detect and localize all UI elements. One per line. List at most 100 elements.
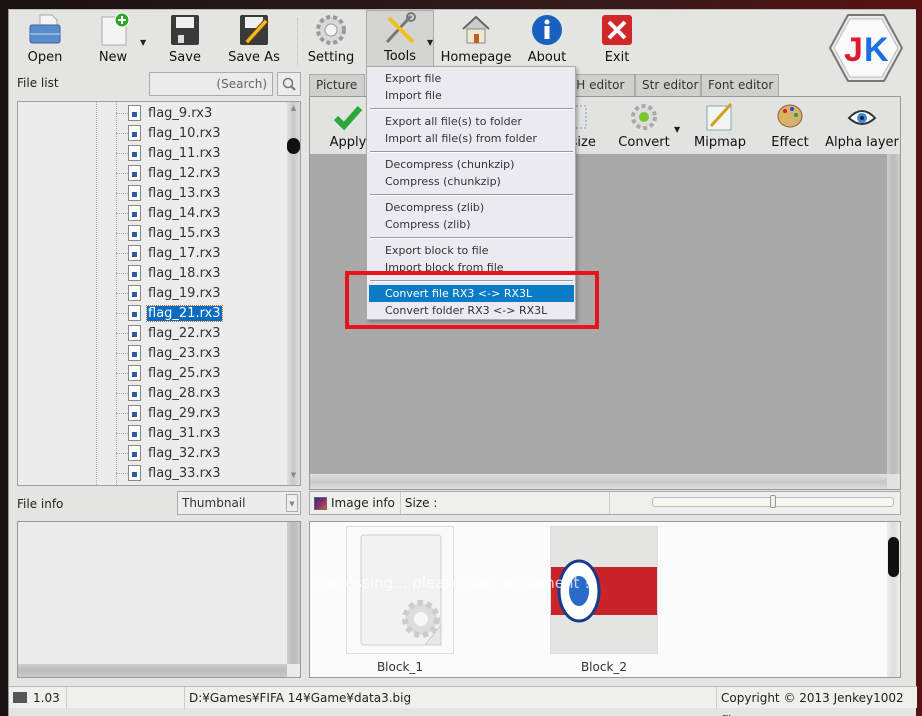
view-mode-select[interactable]: Thumbnail ▼ (177, 491, 301, 515)
effect-button[interactable]: Effect (768, 99, 812, 153)
file-tree: flag_9.rx3 flag_10.rx3 flag_11.rx3 flag_12.… (17, 101, 301, 486)
tree-connector (116, 212, 128, 214)
folder-icon (28, 13, 62, 47)
file-list-item[interactable]: flag_22.rx3 (116, 323, 222, 343)
file-list-item[interactable]: flag_28.rx3 (116, 383, 222, 403)
menu-item[interactable]: Import file (369, 87, 574, 104)
scrollbar-thumb[interactable] (287, 138, 300, 154)
save-button[interactable]: Save (161, 12, 209, 68)
tab-str-editor[interactable]: Str editor (635, 74, 701, 96)
block-item[interactable]: Block_1 (346, 526, 454, 674)
file-list-item[interactable]: flag_33.rx3 (116, 463, 222, 483)
canvas-hscrollbar[interactable] (310, 475, 887, 489)
tools-button[interactable]: Tools (366, 10, 434, 68)
bayern-flag-image (551, 527, 657, 653)
logo-letter-k: K (864, 31, 889, 69)
tree-connector (116, 292, 128, 294)
file-list-item[interactable]: flag_10.rx3 (116, 123, 222, 143)
scrollbar-thumb[interactable] (888, 537, 899, 577)
menu-item[interactable]: Decompress (chunkzip) (369, 156, 574, 173)
menu-separator (370, 194, 573, 196)
floppy-disk-icon (168, 13, 202, 47)
convert-button[interactable]: Convert (616, 99, 672, 153)
homepage-button[interactable]: Homepage (441, 12, 511, 68)
rx3-file-icon (128, 185, 141, 201)
file-name: flag_28.rx3 (148, 385, 221, 401)
new-button[interactable]: New (89, 12, 137, 68)
open-button[interactable]: Open (21, 12, 69, 68)
save-as-button[interactable]: Save As (227, 12, 281, 68)
tree-connector (116, 172, 128, 174)
file-list-item[interactable]: flag_29.rx3 (116, 403, 222, 423)
tree-connector (116, 192, 128, 194)
house-icon (459, 13, 493, 47)
file-name: flag_17.rx3 (148, 245, 221, 261)
file-list-item[interactable]: flag_25.rx3 (116, 363, 222, 383)
file-path-text: D:¥Games¥FIFA 14¥Game¥data3.big (185, 686, 717, 709)
rx3-file-icon (128, 165, 141, 181)
menu-item[interactable]: Export all file(s) to folder (369, 113, 574, 130)
rx3-file-icon (128, 285, 141, 301)
app-small-icon (13, 692, 27, 703)
version-text: 1.03 (33, 690, 60, 705)
file-list-item[interactable]: flag_9.rx3 (116, 103, 213, 123)
exit-button[interactable]: Exit (593, 12, 641, 68)
convert-gear-icon (629, 102, 659, 132)
file-list-item[interactable]: flag_11.rx3 (116, 143, 222, 163)
file-name: flag_9.rx3 (148, 105, 213, 121)
file-list-item[interactable]: flag_21.rx3 (116, 303, 223, 323)
mipmap-button[interactable]: Mipmap (692, 99, 748, 153)
file-tree-scrollbar[interactable]: ▲ ▼ (287, 102, 300, 485)
menu-item[interactable]: Convert file RX3 <-> RX3L (369, 285, 574, 302)
menu-item[interactable]: Export file (369, 70, 574, 87)
image-info-label: Image info (331, 492, 401, 514)
menu-item[interactable]: Import all file(s) from folder (369, 130, 574, 147)
file-list-item[interactable]: flag_14.rx3 (116, 203, 222, 223)
file-search-input[interactable]: (Search) (149, 72, 273, 96)
scroll-down-arrow-icon[interactable]: ▼ (287, 471, 300, 483)
file-list-item[interactable]: flag_31.rx3 (116, 423, 222, 443)
setting-button[interactable]: Setting (305, 12, 357, 68)
file-info-vscrollbar[interactable] (287, 522, 300, 664)
tab-picture[interactable]: Picture (309, 74, 365, 96)
menu-item[interactable]: Decompress (zlib) (369, 199, 574, 216)
file-list-item[interactable]: flag_19.rx3 (116, 283, 222, 303)
block-item[interactable]: Block_2 (550, 526, 658, 674)
slider-knob[interactable] (770, 495, 776, 508)
file-list-item[interactable]: flag_17.rx3 (116, 243, 222, 263)
file-list-item[interactable]: flag_12.rx3 (116, 163, 222, 183)
file-info-hscrollbar[interactable] (18, 664, 287, 677)
menu-item[interactable]: Export block to file (369, 242, 574, 259)
checkmark-icon (333, 102, 363, 132)
file-name: flag_12.rx3 (148, 165, 221, 181)
file-list-item[interactable]: flag_13.rx3 (116, 183, 222, 203)
search-button[interactable] (277, 72, 301, 96)
main-toolbar: Open New ▼ Save Save As Setting Tools ▼ … (9, 10, 916, 82)
new-dropdown-arrow-icon[interactable]: ▼ (140, 38, 146, 47)
zoom-slider[interactable] (652, 495, 894, 508)
tree-connector (116, 312, 128, 314)
tab-font-editor[interactable]: Font editor (701, 74, 779, 96)
menu-separator (370, 280, 573, 282)
file-list-item[interactable]: flag_32.rx3 (116, 443, 222, 463)
file-info-panel (17, 521, 301, 678)
menu-item[interactable]: Import block from file (369, 259, 574, 276)
menu-item[interactable]: Compress (chunkzip) (369, 173, 574, 190)
menu-item[interactable]: Convert folder RX3 <-> RX3L (369, 302, 574, 319)
file-list-item[interactable]: flag_18.rx3 (116, 263, 222, 283)
alpha-layer-button[interactable]: Alpha layer (825, 99, 899, 153)
chevron-down-icon[interactable]: ▼ (286, 494, 298, 512)
tools-dropdown-arrow-icon[interactable]: ▼ (427, 38, 433, 47)
file-list-item[interactable]: flag_15.rx3 (116, 223, 222, 243)
menu-item[interactable]: Compress (zlib) (369, 216, 574, 233)
canvas-vscrollbar[interactable] (887, 154, 900, 474)
blocks-vscrollbar[interactable] (887, 522, 900, 677)
tree-connector (116, 472, 128, 474)
file-list-label: File list (17, 76, 59, 90)
convert-dropdown-arrow-icon[interactable]: ▼ (674, 125, 680, 134)
file-name: flag_11.rx3 (148, 145, 221, 161)
apply-button[interactable]: Apply (328, 99, 368, 153)
scroll-up-arrow-icon[interactable]: ▲ (287, 104, 300, 116)
file-list-item[interactable]: flag_23.rx3 (116, 343, 222, 363)
about-button[interactable]: About (523, 12, 571, 68)
